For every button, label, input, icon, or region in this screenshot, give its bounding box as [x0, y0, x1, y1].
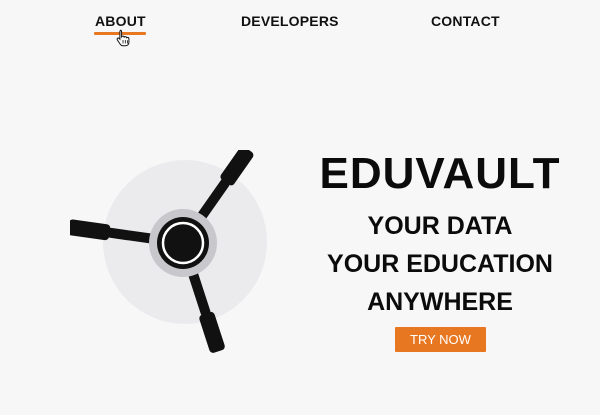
tagline-line-1: YOUR DATA	[367, 212, 513, 240]
vault-handle-graphic	[70, 150, 267, 353]
brand-title: EDUVAULT	[319, 149, 561, 198]
nav-link-developers[interactable]: DEVELOPERS	[241, 13, 339, 29]
pointer-hand-cursor-icon	[116, 29, 130, 47]
try-now-button[interactable]: TRY NOW	[395, 327, 486, 352]
top-nav: ABOUT DEVELOPERS CONTACT	[0, 0, 600, 47]
nav-link-contact[interactable]: CONTACT	[431, 13, 500, 29]
tagline-line-3: ANYWHERE	[367, 288, 513, 316]
tagline-line-2: YOUR EDUCATION	[327, 250, 553, 278]
nav-link-about[interactable]: ABOUT	[95, 13, 146, 29]
